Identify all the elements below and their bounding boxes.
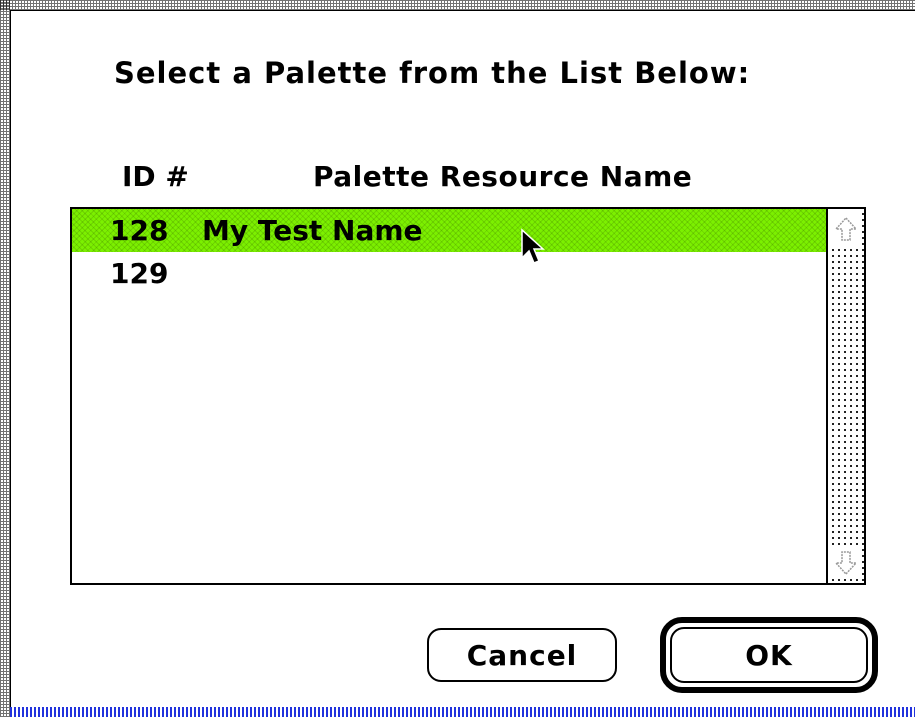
palette-list[interactable]: 128 My Test Name 129 [70,207,866,585]
dialog-frame-top [0,0,915,10]
scroll-down-arrow-icon[interactable] [832,547,860,579]
dialog-frame-inner-top [10,10,915,11]
list-item[interactable]: 129 [72,252,828,295]
list-item-selected[interactable]: 128 My Test Name [72,209,828,252]
dialog-frame-bottom [10,707,915,717]
dialog-prompt: Select a Palette from the List Below: [114,56,751,90]
column-header-id: ID # [122,160,189,193]
list-item-id: 128 [110,214,169,247]
vertical-scrollbar[interactable] [826,209,864,583]
column-header-name: Palette Resource Name [313,160,693,193]
cancel-button[interactable]: Cancel [427,628,617,682]
ok-button[interactable]: OK [670,627,868,683]
palette-list-rows: 128 My Test Name 129 [72,209,828,583]
dialog-frame-left [0,0,10,717]
list-item-name: My Test Name [202,214,423,247]
list-item-id: 129 [110,257,169,290]
dialog-frame-inner-left [10,10,11,707]
mouse-pointer-icon [521,228,545,264]
scroll-up-arrow-icon[interactable] [832,213,860,245]
